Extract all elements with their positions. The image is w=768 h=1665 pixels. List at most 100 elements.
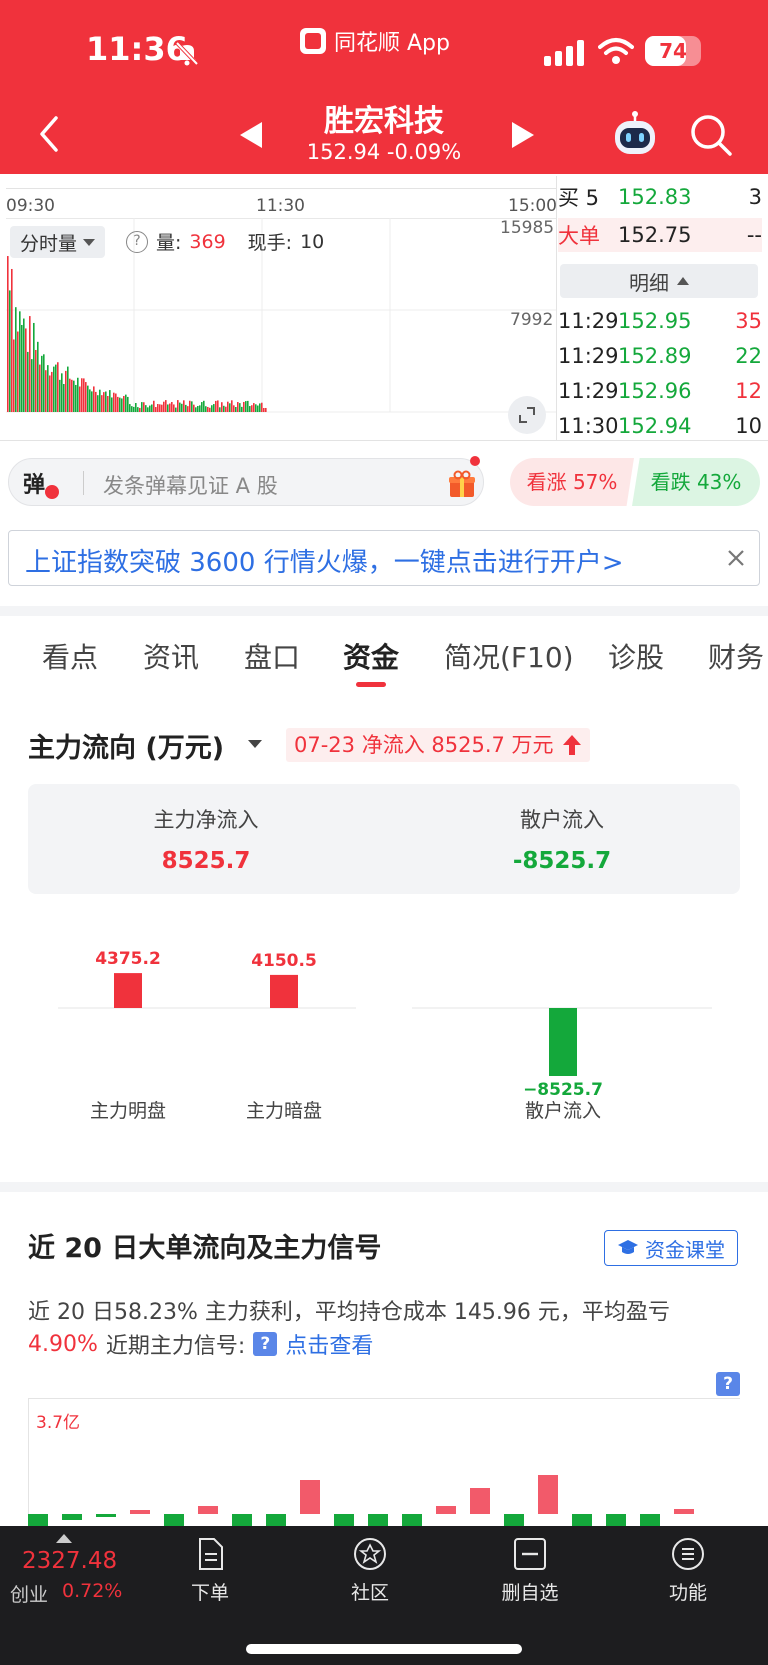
volume-bar <box>47 365 49 412</box>
signal-bar <box>606 1514 626 1526</box>
volume-bar <box>115 393 117 412</box>
volume-bar <box>193 404 195 412</box>
danmaku-input[interactable]: 弹 发条弹幕见证 A 股 <box>8 458 484 506</box>
volume-bar <box>233 405 235 412</box>
fullscreen-expand-icon[interactable] <box>508 396 546 434</box>
stock-name: 胜宏科技 <box>324 104 444 139</box>
bearish-vote-button[interactable]: 看跌 43% <box>632 458 760 506</box>
trade-row: 11:29 152.95 35 <box>558 304 762 338</box>
flow-category-label: 散户流入 <box>524 1100 601 1122</box>
volume-bar <box>141 402 143 412</box>
volume-bar <box>35 349 37 412</box>
volume-axis-mid: 7992 <box>510 310 554 330</box>
volume-bar <box>101 395 103 412</box>
volume-bar <box>131 406 133 412</box>
volume-bar <box>31 359 33 412</box>
volume-bar <box>173 404 175 412</box>
volume-bar <box>189 400 191 412</box>
volume-bar <box>159 404 161 412</box>
signal-label: 近期主力信号: <box>105 1334 246 1359</box>
help-icon[interactable]: ? <box>126 230 148 253</box>
flow-category-label: 主力暗盘 <box>245 1100 322 1122</box>
volume-bar <box>111 397 113 412</box>
signal-bar <box>640 1514 660 1526</box>
volume-bar <box>155 407 157 412</box>
trade-detail-toggle[interactable]: 明细 <box>560 264 758 298</box>
question-icon[interactable]: ? <box>716 1372 740 1396</box>
danmaku-separator <box>83 471 84 495</box>
nav-community-label: 社区 <box>350 1582 389 1604</box>
app-logo-icon <box>300 28 326 54</box>
flow-category-label: 主力明盘 <box>89 1100 166 1122</box>
gift-icon[interactable] <box>447 469 477 499</box>
nav-functions[interactable]: 功能 <box>638 1536 738 1605</box>
promo-banner[interactable]: 上证指数突破 3600 行情火爆，一键点击进行开户> <box>8 530 760 586</box>
signal-bar <box>572 1514 592 1526</box>
chevron-down-icon[interactable] <box>248 740 262 748</box>
volume-bar <box>249 406 251 412</box>
volume-bar <box>19 311 21 412</box>
signal-bar <box>504 1514 524 1526</box>
bell-off-icon <box>175 41 199 66</box>
search-button[interactable] <box>688 112 734 158</box>
volume-label: 量: <box>156 232 182 254</box>
volume-bar <box>169 403 171 412</box>
stock-price-change: 152.94 -0.09% <box>306 140 462 164</box>
volume-bar <box>237 402 239 412</box>
view-signal-link[interactable]: 点击查看 <box>285 1328 373 1360</box>
index-value[interactable]: 2327.48 <box>22 1548 117 1574</box>
close-icon[interactable] <box>723 545 749 571</box>
bullish-vote-button[interactable]: 看涨 57% <box>510 458 634 506</box>
index-change[interactable]: 0.72% <box>62 1580 122 1602</box>
volume-bar <box>163 401 165 412</box>
tab-news[interactable]: 资讯 <box>143 636 199 676</box>
prev-stock-button[interactable] <box>236 118 266 152</box>
index-name[interactable]: 创业 <box>10 1580 48 1607</box>
tab-profile-f10[interactable]: 简况(F10) <box>444 636 574 676</box>
avg-pnl-pct: 4.90% <box>28 1331 98 1357</box>
tab-financials[interactable]: 财务 <box>708 636 764 676</box>
volume-bar <box>153 400 155 412</box>
volume-bar <box>11 268 13 412</box>
next-stock-button[interactable] <box>508 118 538 152</box>
time-axis: 09:30 11:30 15:00 <box>6 190 557 218</box>
big-order-row[interactable]: 大单 152.75 -- <box>558 218 762 252</box>
volume-type-label: 分时量 <box>20 232 78 255</box>
buy5-price: 152.83 <box>618 185 692 209</box>
volume-type-selector[interactable]: 分时量 <box>10 226 106 258</box>
flow-title[interactable]: 主力流向 (万元) <box>28 726 224 765</box>
volume-bar <box>219 407 221 412</box>
capital-class-button[interactable]: 资金课堂 <box>604 1230 738 1266</box>
volume-bar <box>137 407 139 412</box>
tab-orderbook[interactable]: 盘口 <box>244 636 300 676</box>
volume-bar <box>39 364 41 412</box>
trade-price: 152.89 <box>618 344 692 368</box>
volume-bar <box>255 404 257 412</box>
tab-diagnosis[interactable]: 诊股 <box>608 636 664 676</box>
volume-bar <box>263 407 265 412</box>
signal-bar <box>62 1514 82 1520</box>
volume-bar <box>265 407 267 412</box>
volume-bar <box>243 401 245 412</box>
volume-bar <box>55 364 57 412</box>
nav-community[interactable]: 社区 <box>320 1536 420 1605</box>
volume-bar <box>41 355 43 412</box>
volume-bar <box>133 406 135 412</box>
volume-bar <box>211 405 213 412</box>
question-icon[interactable]: ? <box>253 1332 278 1356</box>
nav-remove-watchlist[interactable]: 删自选 <box>480 1536 580 1605</box>
signal-bar <box>674 1509 694 1514</box>
tab-capital[interactable]: 资金 <box>343 636 399 676</box>
net-inflow-badge: 07-23 净流入 8525.7 万元 <box>286 728 590 762</box>
tab-highlights[interactable]: 看点 <box>42 636 98 676</box>
arrow-up-icon <box>56 1534 72 1543</box>
active-tab-indicator <box>356 682 386 687</box>
back-button[interactable] <box>30 112 70 156</box>
app-chip[interactable]: 同花顺 App <box>300 26 450 56</box>
chevron-down-icon <box>83 238 96 246</box>
volume-bar <box>247 400 249 412</box>
nav-order[interactable]: 下单 <box>160 1536 260 1605</box>
nav-order-label: 下单 <box>190 1582 229 1604</box>
section2-title: 近 20 日大单流向及主力信号 <box>28 1233 382 1264</box>
ai-assistant-icon[interactable] <box>610 110 660 160</box>
